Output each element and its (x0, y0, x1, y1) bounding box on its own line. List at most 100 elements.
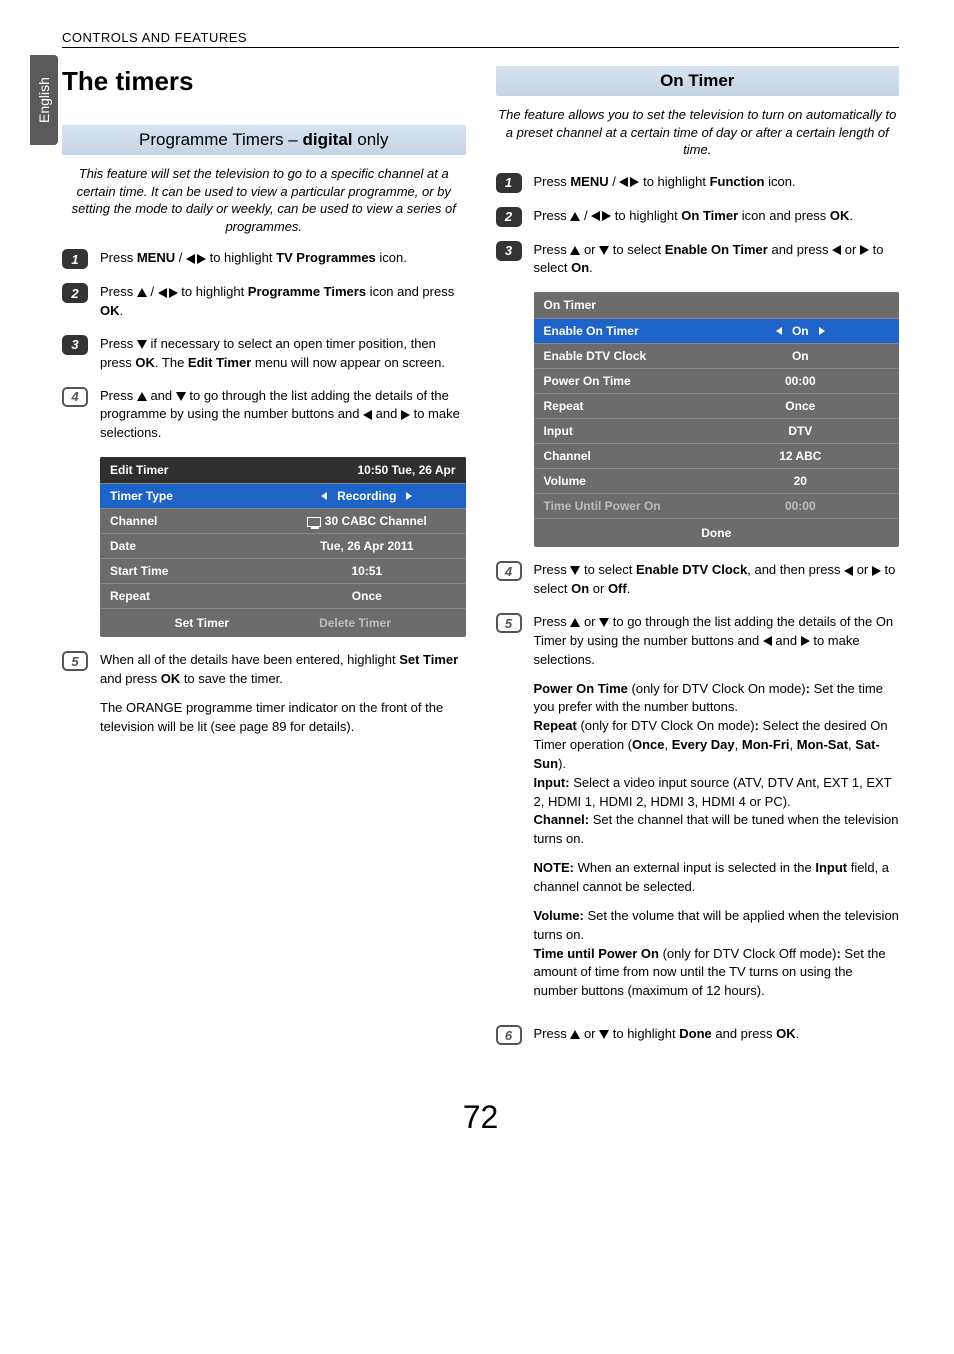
osd-edit-timer: Edit Timer 10:50 Tue, 26 Apr Timer TypeR… (100, 457, 466, 637)
text: Tue, 26 Apr 2011 (320, 539, 413, 553)
text: or (853, 562, 872, 577)
arrow-left-icon (158, 288, 167, 298)
text: / (609, 174, 620, 189)
text: , (665, 737, 672, 752)
step-4-body: Press and to go through the list adding … (100, 387, 466, 444)
arrow-down-icon (599, 246, 609, 255)
step-4-icon: 4 (62, 387, 88, 407)
arrow-up-icon (137, 392, 147, 401)
text-bold: Repeat (534, 718, 577, 733)
osd-row: Volume20 (534, 468, 900, 493)
arrow-right-icon (169, 288, 178, 298)
osd-done-button: Done (701, 526, 731, 540)
text-bold: Mon-Fri (742, 737, 790, 752)
text-bold: TV Programmes (276, 250, 376, 265)
page-number: 72 (62, 1099, 899, 1136)
osd-row-value: On (702, 319, 899, 343)
section-bar-on-timer: On Timer (496, 66, 900, 96)
osd-row-value: 30 CABC Channel (268, 509, 465, 533)
text: Press (534, 562, 571, 577)
osd-row: Power On Time00:00 (534, 368, 900, 393)
text: and (147, 388, 176, 403)
text-bold: OK (161, 671, 181, 686)
text: On Timer (544, 298, 596, 312)
text: Select a video input source (ATV, DTV An… (534, 775, 892, 809)
text-bold: Volume: (534, 908, 584, 923)
osd-row: Channel30 CABC Channel (100, 508, 466, 533)
arrow-left-icon (776, 327, 782, 335)
text: , (790, 737, 797, 752)
osd-title-row: Edit Timer 10:50 Tue, 26 Apr (100, 457, 466, 483)
osd-row: Enable DTV ClockOn (534, 343, 900, 368)
text: 10:51 (351, 564, 382, 578)
osd-row: Enable On TimerOn (534, 318, 900, 343)
right-intro: The feature allows you to set the televi… (496, 106, 900, 159)
text: to highlight (611, 208, 681, 223)
arrow-right-icon (819, 327, 825, 335)
text: or (841, 242, 860, 257)
text: . (589, 260, 593, 275)
text: or (580, 242, 599, 257)
osd-footer: Done (534, 518, 900, 547)
osd-title-left: Edit Timer (110, 463, 168, 477)
text: Press (534, 174, 571, 189)
text: to highlight (639, 174, 709, 189)
arrow-up-icon (570, 246, 580, 255)
text: ). (558, 756, 566, 771)
text-bold: MENU (570, 174, 608, 189)
osd-row: Start Time 10:51 (100, 558, 466, 583)
text: 00:00 (785, 499, 816, 513)
text: to save the timer. (180, 671, 283, 686)
text: Press (534, 614, 571, 629)
osd-row-value: Tue, 26 Apr 2011 (268, 534, 465, 558)
text: menu will now appear on screen. (251, 355, 445, 370)
text: 00:00 (785, 374, 816, 388)
text-bold: Channel: (534, 812, 590, 827)
text: Recording (337, 489, 396, 503)
text: and press (100, 671, 161, 686)
text-bold: Done (679, 1026, 712, 1041)
text: and (772, 633, 801, 648)
text-bold: Function (710, 174, 765, 189)
text: / (147, 284, 158, 299)
right-step-5-icon: 5 (496, 613, 522, 633)
arrow-left-icon (591, 211, 600, 221)
osd-row-label: Repeat (100, 584, 268, 608)
text-bold: On (571, 260, 589, 275)
language-tab: English (30, 55, 58, 145)
osd-row: RepeatOnce (100, 583, 466, 608)
text: , and then press (747, 562, 844, 577)
text: 20 (794, 474, 807, 488)
text-bold: On (571, 581, 589, 596)
osd-row-label: Channel (534, 444, 702, 468)
osd-row-value: DTV (702, 419, 899, 443)
text: . (627, 581, 631, 596)
arrow-left-icon (363, 410, 372, 420)
arrow-up-icon (570, 212, 580, 221)
osd-row-value: 20 (702, 469, 899, 493)
step-2-icon: 2 (62, 283, 88, 303)
osd-row-label: Input (534, 419, 702, 443)
text: . (849, 208, 853, 223)
step-5-body: When all of the details have been entere… (100, 651, 466, 746)
text-bold: MENU (137, 250, 175, 265)
text: (only for DTV Clock On mode) (577, 718, 755, 733)
arrow-right-icon (860, 245, 869, 255)
arrow-right-icon (801, 636, 810, 646)
text: Press (100, 336, 137, 351)
right-step-6-body: Press or to highlight Done and press OK. (534, 1025, 800, 1044)
right-step-4-icon: 4 (496, 561, 522, 581)
text-bold: OK (776, 1026, 796, 1041)
text: . The (155, 355, 188, 370)
text-bold: Set Timer (399, 652, 458, 667)
left-intro: This feature will set the television to … (62, 165, 466, 235)
text: On (792, 324, 809, 338)
osd-row-label: Date (100, 534, 268, 558)
osd-row: Time Until Power On00:00 (534, 493, 900, 518)
osd-row-label: Start Time (100, 559, 268, 583)
arrow-right-icon (872, 566, 881, 576)
text: 12 ABC (779, 449, 821, 463)
text: (only for DTV Clock On mode) (628, 681, 806, 696)
osd-row: Date Tue, 26 Apr 2011 (100, 533, 466, 558)
text: and press (712, 1026, 776, 1041)
